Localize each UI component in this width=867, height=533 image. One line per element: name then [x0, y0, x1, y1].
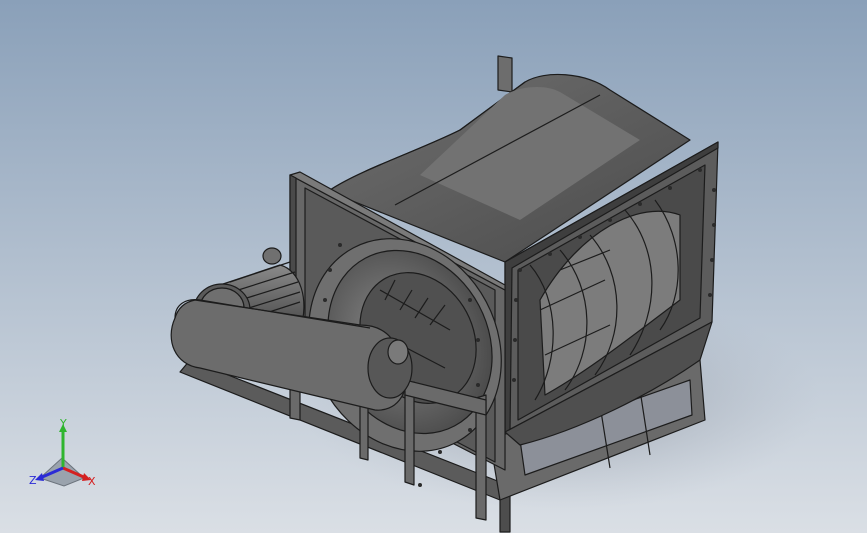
fan-model-3d-view[interactable] [0, 0, 867, 533]
triad-x-label: X [88, 475, 96, 488]
triad-y-label: Y [60, 417, 67, 430]
orientation-triad: Y X Z [24, 418, 108, 496]
triad-z-label: Z [29, 474, 37, 487]
graphics-viewport[interactable]: Y X Z [0, 0, 867, 533]
rear-flange [497, 55, 513, 93]
